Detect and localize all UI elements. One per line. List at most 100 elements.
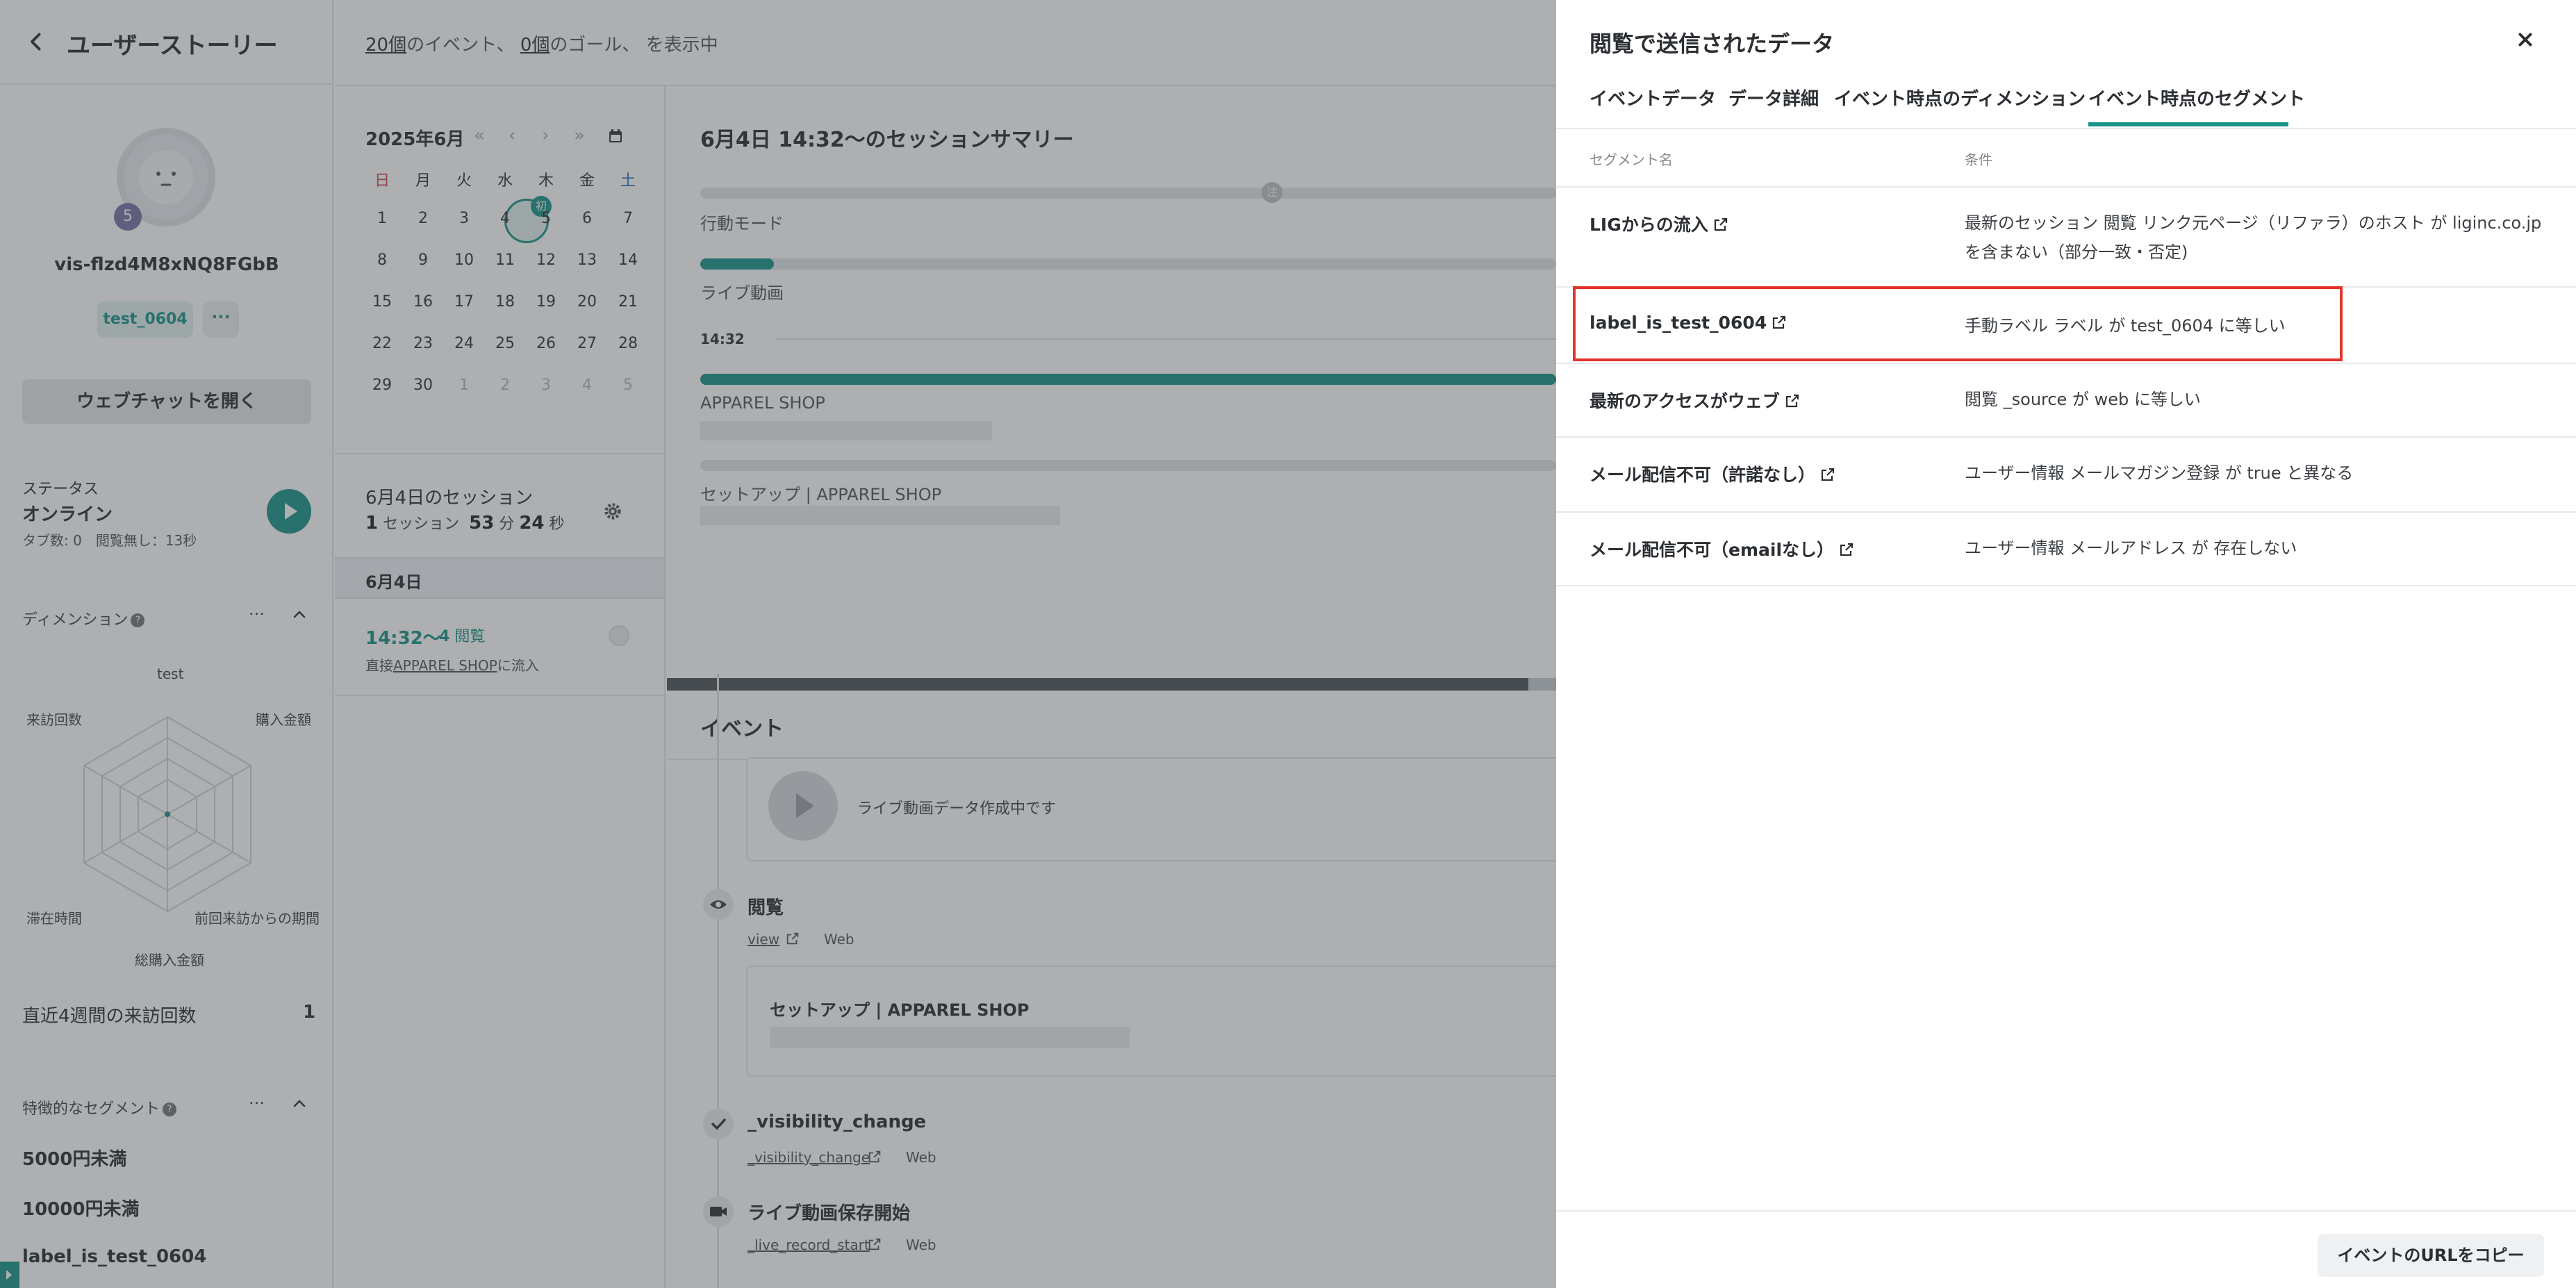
active-tab-indicator [2088, 122, 2288, 126]
dimensions-menu-button[interactable]: ··· [249, 604, 265, 624]
segments-menu-button[interactable]: ··· [249, 1093, 265, 1113]
expand-tab[interactable] [0, 1262, 19, 1288]
segment-name-link[interactable]: 最新のアクセスがウェブ [1590, 388, 1801, 413]
calendar-day[interactable]: 23 [404, 335, 443, 352]
calendar-weekday: 火 [456, 172, 472, 190]
seconds-unit: 秒 [549, 515, 565, 533]
events-header: イベント [667, 691, 1556, 760]
open-webchat-button[interactable]: ウェブチャットを開く [22, 379, 311, 424]
segment-condition: 閲覧 _source が web に等しい [1965, 390, 2201, 409]
segment-item[interactable]: label_is_test_0604 [22, 1246, 206, 1267]
calendar-day[interactable]: 18 [486, 293, 525, 311]
tab-event-dimensions[interactable]: イベント時点のディメンション [1834, 85, 2086, 110]
scrollbar-thumb[interactable] [667, 678, 1528, 691]
calendar-day[interactable]: 4 [486, 210, 525, 227]
time-axis [777, 338, 1556, 340]
events-count-link[interactable]: 20個 [365, 35, 406, 56]
events-count-text: のイベント、 [406, 35, 515, 56]
horizontal-scrollbar[interactable] [667, 678, 1556, 691]
close-icon[interactable] [2515, 29, 2536, 50]
calendar-day[interactable]: 10 [445, 251, 484, 269]
calendar-day[interactable]: 17 [445, 293, 484, 311]
external-link-icon[interactable] [785, 931, 800, 946]
chevron-left-icon[interactable] [24, 29, 49, 54]
next-year-button[interactable]: » [574, 125, 585, 146]
sessions-meta: 1 セッション 53 分 24 秒 [365, 511, 565, 534]
session-views-count: 4 [439, 628, 450, 645]
calendar-day[interactable]: 27 [568, 335, 606, 352]
calendar-day[interactable]: 5 [527, 210, 565, 227]
segment-item[interactable]: 10000円未満 [22, 1195, 139, 1221]
calendar-day[interactable]: 7 [609, 210, 647, 227]
recent-visits-value: 1 [303, 1002, 316, 1023]
calendar-day[interactable]: 20 [568, 293, 606, 311]
calendar-day[interactable]: 9 [404, 251, 443, 269]
next-month-button[interactable]: › [542, 125, 549, 146]
video-play-button[interactable] [768, 771, 838, 841]
calendar-icon[interactable] [607, 128, 624, 145]
dimensions-label-text: ディメンション [22, 611, 129, 629]
label-chip[interactable]: test_0604 [97, 302, 193, 338]
note-marker[interactable]: 注 [1262, 182, 1282, 203]
calendar-day[interactable]: 2 [486, 377, 525, 394]
calendar-day[interactable]: 13 [568, 251, 606, 269]
copy-event-url-button[interactable]: イベントのURLをコピー [2318, 1234, 2544, 1277]
event-visibility-link[interactable]: _visibility_change [748, 1149, 870, 1166]
calendar-day[interactable]: 11 [486, 251, 525, 269]
sidebar-title: ユーザーストーリー [67, 32, 278, 60]
calendar-day[interactable]: 15 [363, 293, 402, 311]
tab-event-segments[interactable]: イベント時点のセグメント [2088, 85, 2305, 110]
segment-name: メール配信不可（emailなし） [1590, 540, 1835, 560]
calendar-day[interactable]: 21 [609, 293, 647, 311]
calendar-day[interactable]: 3 [445, 210, 484, 227]
view-url-placeholder [770, 1027, 1130, 1048]
calendar-day[interactable]: 5 [609, 377, 647, 394]
segment-item[interactable]: 5000円未満 [22, 1145, 126, 1171]
segment-name-link[interactable]: LIGからの流入 [1590, 211, 1729, 236]
calendar-day[interactable]: 14 [609, 251, 647, 269]
page-title-2: セットアップ | APPAREL SHOP [700, 485, 942, 504]
chevron-up-icon[interactable] [291, 1096, 308, 1112]
segment-name-link[interactable]: メール配信不可（emailなし） [1590, 536, 1855, 561]
external-link-icon[interactable] [867, 1149, 882, 1164]
prev-month-button[interactable]: ‹ [509, 125, 515, 146]
calendar-day[interactable]: 1 [445, 377, 484, 394]
display-summary: 20個のイベント、 0個のゴール、 を表示中 [365, 31, 718, 56]
gear-icon[interactable] [603, 502, 622, 521]
event-view-link[interactable]: view [748, 931, 779, 948]
calendar-day[interactable]: 3 [527, 377, 565, 394]
calendar-day[interactable]: 16 [404, 293, 443, 311]
prev-year-button[interactable]: « [474, 125, 485, 146]
radar-label-since-last: 前回来訪からの期間 [195, 910, 320, 927]
session-list-item[interactable]: 14:32〜 4 閲覧 直接APPAREL SHOPに流入 [335, 599, 664, 696]
calendar-day[interactable]: 2 [404, 210, 443, 227]
play-live-button[interactable] [267, 489, 311, 534]
calendar-day[interactable]: 12 [527, 251, 565, 269]
session-source-link[interactable]: APPAREL SHOP [393, 657, 497, 674]
calendar-day[interactable]: 29 [363, 377, 402, 394]
segment-name-link[interactable]: メール配信不可（許諾なし） [1590, 461, 1836, 486]
calendar-day[interactable]: 8 [363, 251, 402, 269]
tab-event-data[interactable]: イベントデータ [1590, 85, 1716, 110]
external-link-icon[interactable] [867, 1237, 882, 1252]
help-icon[interactable]: ? [163, 1103, 177, 1116]
chevron-up-icon[interactable] [291, 606, 308, 623]
help-icon[interactable]: ? [131, 613, 145, 627]
tab-data-detail[interactable]: データ詳細 [1728, 85, 1819, 110]
calendar-day[interactable]: 6 [568, 210, 606, 227]
session-source-prefix: 直接 [365, 657, 393, 674]
calendar-day[interactable]: 4 [568, 377, 606, 394]
session-summary: 6月4日 14:32〜のセッションサマリー 注 行動モード ライブ動画 14:3… [667, 86, 1556, 1288]
goals-count-link[interactable]: 0個 [520, 35, 550, 56]
calendar-day[interactable]: 24 [445, 335, 484, 352]
calendar-day[interactable]: 25 [486, 335, 525, 352]
calendar-day[interactable]: 22 [363, 335, 402, 352]
calendar-day[interactable]: 1 [363, 210, 402, 227]
event-record-link[interactable]: _live_record_start [748, 1237, 870, 1253]
calendar-day[interactable]: 28 [609, 335, 647, 352]
calendar-day[interactable]: 30 [404, 377, 443, 394]
calendar-day[interactable]: 19 [527, 293, 565, 311]
calendar-day[interactable]: 26 [527, 335, 565, 352]
radar-label-test: test [157, 666, 184, 682]
more-labels-button[interactable]: ··· [203, 302, 239, 338]
